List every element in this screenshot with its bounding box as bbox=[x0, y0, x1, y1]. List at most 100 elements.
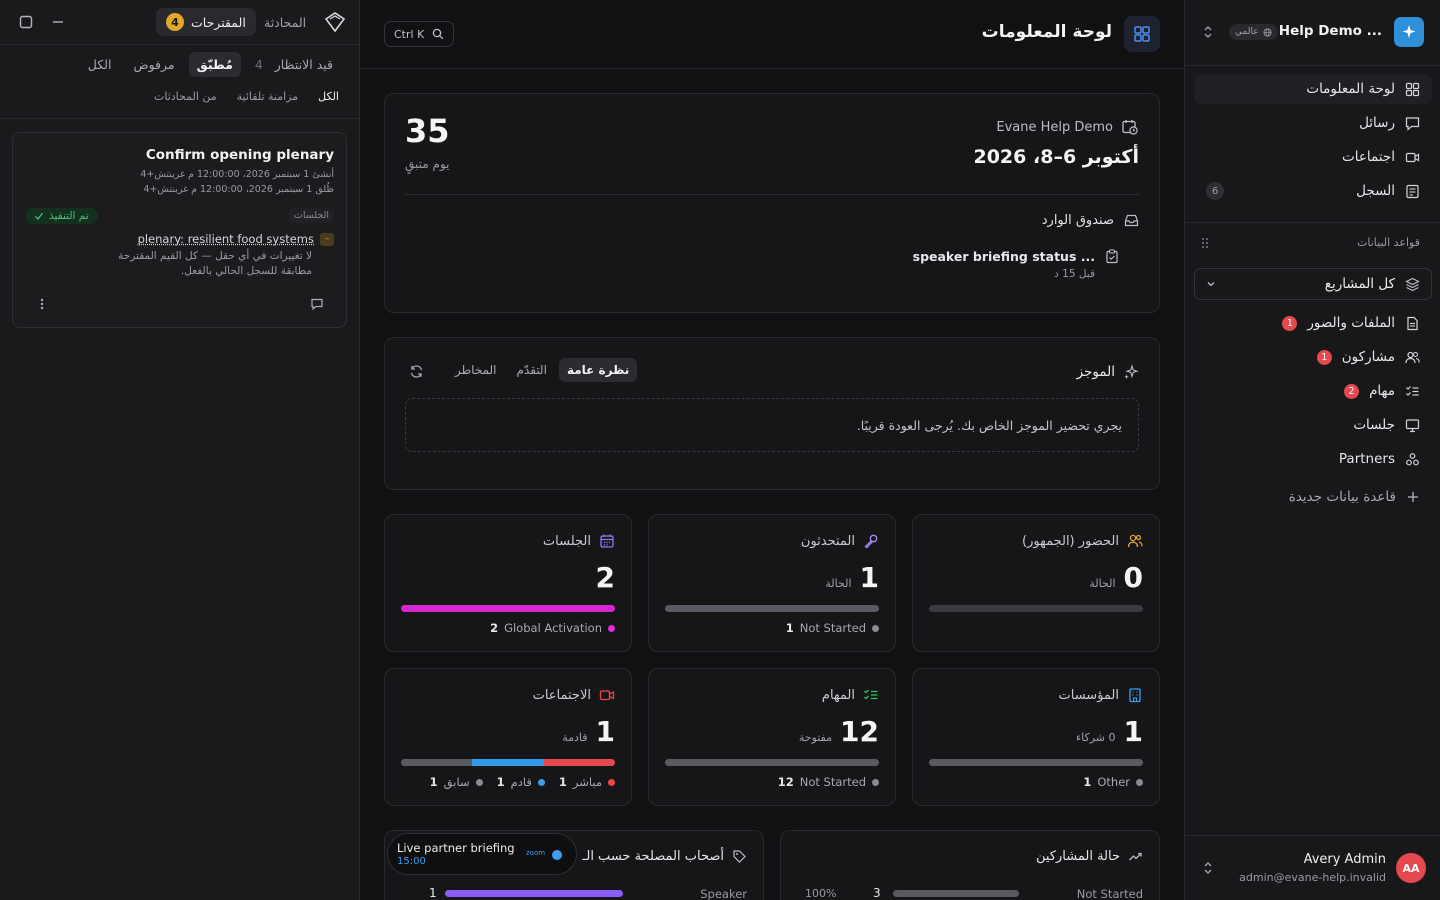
calendar-clock-icon bbox=[1121, 118, 1139, 136]
sidebar-item-log[interactable]: السجل 6 bbox=[1194, 176, 1432, 206]
project-selector[interactable]: كل المشاريع bbox=[1194, 268, 1432, 300]
sidebar-item-label: لوحة المعلومات bbox=[1306, 81, 1395, 97]
inbox-row[interactable]: صندوق الوارد bbox=[1042, 213, 1139, 228]
workspace-name: Help Demo ... bbox=[1278, 23, 1382, 39]
record-link[interactable]: plenary: resilient food systems bbox=[138, 232, 314, 246]
days-left-value: 35 bbox=[405, 112, 450, 150]
filter-applied[interactable]: مُطبّق bbox=[188, 52, 241, 77]
stat-title: الاجتماعات bbox=[532, 687, 591, 703]
search-icon bbox=[432, 28, 444, 40]
meetings-card[interactable]: الاجتماعات 1 قادمة 1 مباشر 1 قادم 1 سابق bbox=[384, 668, 632, 806]
stat-legend: 1 مباشر 1 قادم 1 سابق bbox=[430, 775, 615, 789]
legend-dot-icon bbox=[608, 778, 615, 786]
filter-from-conversations[interactable]: من المحادثات bbox=[154, 90, 217, 103]
comment-icon[interactable] bbox=[310, 297, 324, 311]
presentation-icon bbox=[1405, 418, 1420, 433]
partners-icon bbox=[1405, 452, 1420, 467]
brief-tab-risks[interactable]: المخاطر bbox=[447, 358, 505, 382]
refresh-icon[interactable] bbox=[409, 364, 424, 379]
log-icon bbox=[1405, 184, 1420, 199]
live-meeting-time: 15:00 bbox=[397, 856, 426, 867]
stat-bar bbox=[401, 605, 615, 612]
expand-panel-icon[interactable] bbox=[19, 15, 33, 29]
sidebar-db-item-users[interactable]: مشاركون 1 bbox=[1194, 342, 1432, 372]
page-title: لوحة المعلومات bbox=[981, 22, 1112, 42]
filter-source-all[interactable]: الكل bbox=[318, 90, 339, 103]
inbox-title: صندوق الوارد bbox=[1041, 213, 1114, 228]
more-options-icon[interactable] bbox=[39, 297, 45, 311]
user-name: Avery Admin bbox=[1303, 852, 1386, 867]
stat-title: الحضور (الجمهور) bbox=[1022, 533, 1119, 549]
new-database-button[interactable]: قاعدة بيانات جديدة bbox=[1194, 482, 1432, 512]
stakeholder-row-label: Speaker bbox=[700, 887, 747, 900]
brief-tab-progress[interactable]: التقدّم bbox=[509, 358, 555, 382]
sidebar-db-item-checklist[interactable]: مهام 2 bbox=[1194, 376, 1432, 406]
minimize-panel-icon[interactable] bbox=[51, 15, 65, 29]
task-list-icon bbox=[863, 687, 879, 703]
drag-handle-icon[interactable] bbox=[1201, 237, 1209, 249]
assistant-logo-icon bbox=[322, 10, 348, 34]
tab-conversation[interactable]: المحادثة bbox=[254, 8, 316, 36]
legend-item: 1 Other bbox=[1083, 775, 1143, 789]
stakeholder-bar bbox=[445, 890, 623, 897]
brief-card: الموجز نظرة عامة التقدّم المخاطر يجري تح… bbox=[384, 337, 1160, 490]
divider bbox=[1185, 222, 1440, 223]
brief-placeholder: يجري تحضير الموجز الخاص بك. يُرجى العودة… bbox=[405, 398, 1139, 452]
stat-bar bbox=[665, 605, 879, 612]
stat-bar-segment bbox=[665, 605, 879, 612]
globe-icon bbox=[1263, 27, 1272, 37]
count-badge: 6 bbox=[1206, 182, 1224, 200]
speakers-card[interactable]: المتحدثون 1 الحالة 1 Not Started bbox=[648, 514, 896, 652]
brief-title: الموجز bbox=[1076, 364, 1115, 380]
tab-conversation-label: المحادثة bbox=[264, 14, 307, 30]
filter-rejected[interactable]: مرفوض bbox=[125, 52, 182, 77]
scope-label: عالمي bbox=[1235, 27, 1259, 37]
participant-row-pct: 100% bbox=[805, 887, 837, 900]
attendance-card[interactable]: الحضور (الجمهور) 0 الحالة bbox=[912, 514, 1160, 652]
chevron-updown-icon[interactable] bbox=[1203, 24, 1213, 40]
stakeholder-bar-fill bbox=[445, 890, 623, 897]
sessions-card[interactable]: الجلسات 2 2 Global Activation bbox=[384, 514, 632, 652]
inbox-item[interactable]: speaker briefing status ... قبل 15 د bbox=[913, 249, 1119, 280]
participant-bar-fill bbox=[893, 890, 1019, 897]
chevron-updown-icon[interactable] bbox=[1203, 860, 1213, 876]
filter-pending-count: 4 bbox=[254, 57, 263, 72]
source-filter-tabs: الكل مزامنة تلقائية من المحادثات bbox=[154, 90, 339, 103]
sidebar-db-item-file[interactable]: الملفات والصور 1 bbox=[1194, 308, 1432, 338]
workspace-header[interactable]: Help Demo ... عالمي bbox=[1185, 0, 1440, 66]
sidebar-db-item-partners[interactable]: Partners bbox=[1194, 444, 1432, 474]
legend-count: 12 bbox=[777, 775, 794, 789]
filter-pending[interactable]: قيد الانتظار 4 bbox=[247, 52, 341, 77]
command-search-button[interactable]: Ctrl K bbox=[384, 21, 455, 47]
sidebar-item-message[interactable]: رسائل bbox=[1194, 108, 1432, 138]
sidebar-db-item-presentation[interactable]: جلسات bbox=[1194, 410, 1432, 440]
stat-title-row: الاجتماعات bbox=[533, 687, 615, 703]
legend-dot-icon bbox=[1136, 778, 1143, 786]
stat-bar bbox=[665, 759, 879, 766]
tasks-card[interactable]: المهام 12 مفتوحة 12 Not Started bbox=[648, 668, 896, 806]
stat-legend: 2 Global Activation bbox=[490, 621, 615, 635]
stat-bar-segment bbox=[401, 759, 473, 766]
days-left-label: يوم متبقٍ bbox=[405, 157, 450, 171]
stat-bar bbox=[401, 759, 615, 766]
stat-value: 1 bbox=[595, 715, 615, 748]
filter-all-status[interactable]: الكل bbox=[80, 52, 120, 77]
legend-dot-icon bbox=[475, 778, 483, 786]
user-menu[interactable]: AA Avery Admin admin@evane-help.invalid bbox=[1185, 836, 1440, 900]
stat-value-row: 1 قادمة bbox=[562, 715, 615, 748]
event-card: 35 يوم متبقٍ Evane Help Demo أكتوبر 6–8،… bbox=[384, 93, 1160, 313]
plus-icon bbox=[1406, 490, 1420, 504]
live-meeting-toast[interactable]: Live partner briefing 15:00 zoom bbox=[387, 833, 577, 875]
tab-suggestions[interactable]: 4 المقترحات bbox=[156, 8, 256, 36]
dashboard-main: Ctrl K لوحة المعلومات 35 يوم متبقٍ Evane… bbox=[360, 0, 1184, 900]
sidebar-item-dashboard[interactable]: لوحة المعلومات bbox=[1194, 74, 1432, 104]
sidebar-item-label: السجل bbox=[1356, 183, 1395, 199]
filter-auto-sync[interactable]: مزامنة تلقائية bbox=[237, 90, 299, 103]
brief-tab-overview[interactable]: نظرة عامة bbox=[558, 358, 638, 382]
organizations-card[interactable]: المؤسسات 1 0 شركاء 1 Other bbox=[912, 668, 1160, 806]
stat-bar bbox=[929, 605, 1143, 612]
scope-badge: عالمي bbox=[1229, 24, 1278, 40]
suggestion-card[interactable]: Confirm opening plenary أنشئ 1 سبتمبر 20… bbox=[12, 132, 347, 328]
sidebar-item-video[interactable]: اجتماعات bbox=[1194, 142, 1432, 172]
stat-legend: 12 Not Started bbox=[778, 775, 879, 789]
